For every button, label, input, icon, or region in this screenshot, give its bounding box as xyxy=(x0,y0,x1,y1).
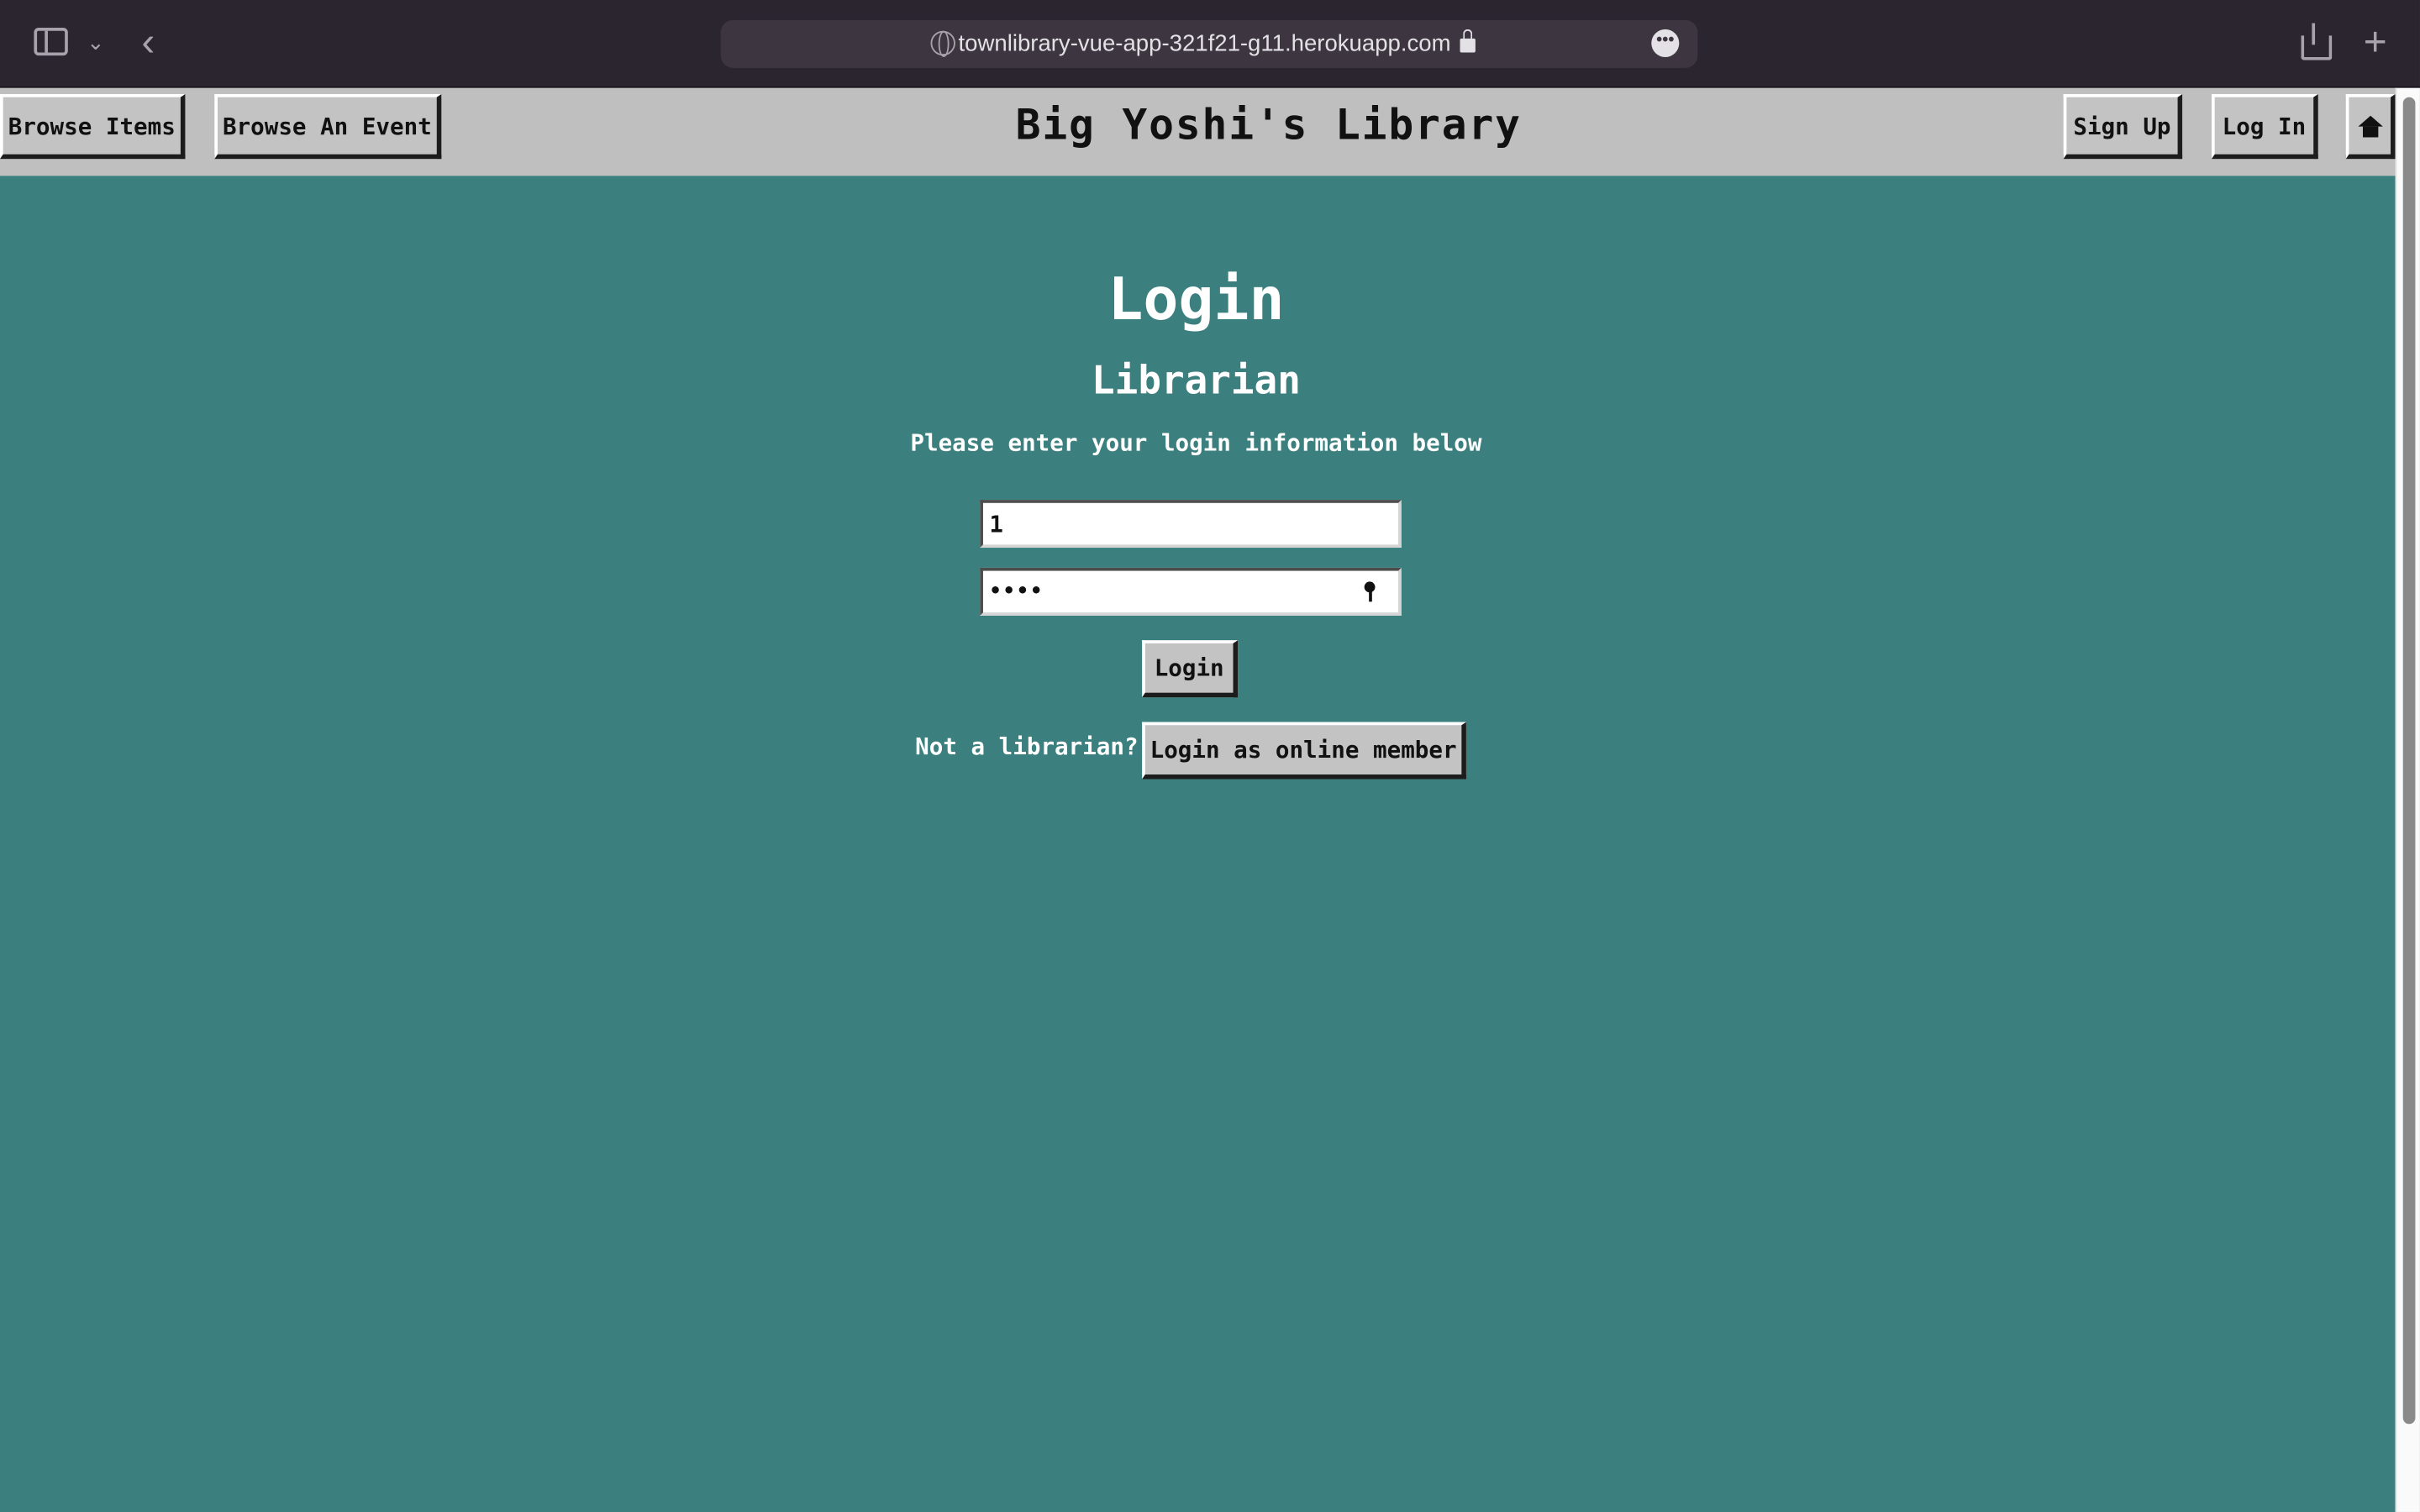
login-as-member-button[interactable]: Login as online member xyxy=(1142,722,1466,780)
log-in-button[interactable]: Log In xyxy=(2211,94,2318,160)
more-options-icon[interactable]: ••• xyxy=(1651,29,1680,57)
scrollbar-thumb[interactable] xyxy=(2402,97,2416,1425)
site-title: Big Yoshi's Library xyxy=(1015,102,1522,150)
password-key-icon[interactable] xyxy=(1364,580,1392,605)
back-arrow-icon[interactable]: ‹ xyxy=(133,18,164,64)
lock-icon xyxy=(1460,29,1476,53)
page-scrollbar[interactable] xyxy=(2395,87,2420,1512)
share-icon[interactable] xyxy=(2298,23,2333,60)
url-text: townlibrary-vue-app-321f21-g11.herokuapp… xyxy=(958,30,1451,57)
home-icon xyxy=(2357,114,2382,137)
login-submit-button[interactable]: Login xyxy=(1142,640,1239,698)
home-button[interactable] xyxy=(2345,94,2396,160)
password-field[interactable]: •••• xyxy=(980,567,1402,616)
page-title: Login xyxy=(1107,265,1285,333)
login-instructions: Please enter your login information belo… xyxy=(910,428,1482,457)
address-bar[interactable]: townlibrary-vue-app-321f21-g11.herokuapp… xyxy=(720,19,1698,68)
sidebar-toggle-icon[interactable] xyxy=(34,28,68,56)
browse-event-button[interactable]: Browse An Event xyxy=(214,94,442,160)
password-mask: •••• xyxy=(989,580,1044,604)
new-tab-icon[interactable]: + xyxy=(2358,18,2391,64)
browser-toolbar: ⌄ ‹ townlibrary-vue-app-321f21-g11.herok… xyxy=(0,0,2420,88)
not-librarian-label: Not a librarian? xyxy=(915,732,1139,761)
page: ⌄ ‹ townlibrary-vue-app-321f21-g11.herok… xyxy=(0,0,2420,1512)
browse-items-button[interactable]: Browse Items xyxy=(0,94,186,160)
librarian-id-field[interactable]: 1 xyxy=(980,500,1402,549)
librarian-id-value: 1 xyxy=(989,510,1003,538)
sign-up-button[interactable]: Sign Up xyxy=(2063,94,2183,160)
page-subtitle: Librarian xyxy=(1092,358,1301,403)
chevron-down-icon[interactable]: ⌄ xyxy=(83,24,108,58)
globe-icon xyxy=(930,30,955,57)
